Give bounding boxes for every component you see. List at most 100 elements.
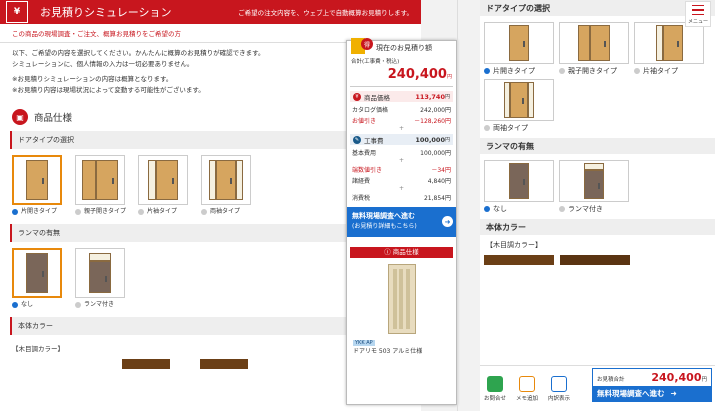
radio[interactable] [484, 125, 490, 131]
product-price-label: 商品価格 [364, 93, 390, 102]
site-survey-button[interactable]: 無料現場調査へ進む (お見積り詳細もこちら) ➜ [347, 207, 456, 237]
yen-unit: 円 [446, 74, 452, 80]
row-label: 消費税 [352, 195, 371, 202]
memo-icon [519, 375, 535, 392]
transom-image [89, 253, 111, 261]
option-label: 片開きタイプ [21, 208, 58, 215]
transom-image [584, 163, 604, 170]
total-label: 合計(工事費・税込) [351, 59, 400, 65]
door-option-side-light[interactable]: 片袖タイプ [634, 22, 706, 75]
door-option-parent-child[interactable]: 親子開きタイプ [559, 22, 631, 75]
radio-selected[interactable] [12, 209, 18, 215]
radio[interactable] [75, 302, 81, 308]
ranma-option-with[interactable]: ランマ付き [75, 248, 127, 309]
color-swatch[interactable] [560, 255, 630, 265]
color-swatch[interactable] [484, 255, 554, 265]
phone-icon [487, 375, 503, 392]
color-swatch[interactable] [122, 359, 170, 369]
door-option-single[interactable]: 片開きタイプ [12, 155, 64, 216]
color-swatches [480, 255, 715, 265]
work-cost-value: 100,000 [415, 135, 445, 144]
tax-row: 消費税 21,854円 [347, 192, 456, 203]
radio[interactable] [634, 68, 640, 74]
door-image [216, 160, 236, 200]
side-panel-image [236, 160, 243, 200]
door-thumb [484, 79, 554, 121]
estimate-title: 現在のお見積り額 [376, 44, 432, 52]
door-image [584, 170, 604, 199]
detail-button[interactable]: 内訳表示 [544, 375, 574, 402]
ranma-option-none[interactable]: なし [12, 248, 64, 309]
total-amount: 240,400円 [347, 67, 456, 82]
door-thumb [201, 155, 251, 205]
mobile-panel: ドアタイプの選択 片開きタイプ 親子開きタイプ 片袖タイプ 両袖タイプ ランマの… [480, 0, 715, 411]
door-option-single[interactable]: 片開きタイプ [484, 22, 556, 75]
ranma-option-with[interactable]: ランマ付き [559, 160, 631, 213]
cube-icon: ▣ [12, 109, 28, 125]
memo-label: メモ追加 [515, 395, 538, 402]
row-value: －34 [431, 167, 445, 174]
door-image [26, 253, 48, 293]
bottom-action-bar: お問合せ メモ追加 内訳表示 お見積合計 240,400 円 無料現場調査へ進む ➜ [480, 365, 715, 411]
option-label: 片袖タイプ [147, 208, 178, 215]
door-option-parent-child[interactable]: 親子開きタイプ [75, 155, 127, 216]
radio[interactable] [559, 206, 565, 212]
radio[interactable] [201, 209, 207, 215]
ranma-heading: ランマの有無 [480, 138, 715, 154]
cta-sublabel: (お見積り詳細もこちら) [352, 223, 417, 230]
contact-button[interactable]: お問合せ [480, 375, 510, 402]
option-label: ランマ付き [568, 205, 603, 213]
side-panel-image [209, 160, 216, 200]
door-image [26, 160, 48, 200]
radio[interactable] [75, 209, 81, 215]
door-thumb [634, 22, 704, 64]
wrench-icon: ✎ [353, 135, 361, 144]
arrow-right-icon: ➜ [670, 389, 677, 398]
door-thumb [484, 22, 554, 64]
radio[interactable] [138, 209, 144, 215]
memo-button[interactable]: メモ追加 [512, 375, 542, 402]
estimate-total-button[interactable]: お見積合計 240,400 円 無料現場調査へ進む ➜ [592, 368, 712, 402]
divider [457, 0, 458, 411]
door-thumb [484, 160, 554, 202]
door-option-double-side[interactable]: 両袖タイプ [201, 155, 253, 216]
door-image [82, 160, 96, 200]
door-option-side-light[interactable]: 片袖タイプ [138, 155, 190, 216]
side-panel-image [528, 82, 534, 118]
color-heading: 本体カラー [480, 219, 715, 235]
plus-sign: + [398, 125, 405, 132]
row-value: 4,840 [427, 178, 445, 185]
door-thumb [12, 155, 62, 205]
door-image [156, 160, 178, 200]
radio[interactable] [559, 68, 565, 74]
yen-unit: 円 [444, 178, 451, 185]
estimate-popup: 得 現在のお見積り額 合計(工事費・税込) 240,400円 ¥ 商品価格 11… [346, 38, 457, 405]
radio-selected[interactable] [484, 206, 490, 212]
option-label: なし [493, 205, 507, 213]
door-image [96, 160, 118, 200]
yen-unit: 円 [444, 118, 451, 125]
detail-label: 内訳表示 [547, 395, 570, 402]
ranma-option-none[interactable]: なし [484, 160, 556, 213]
option-label: 親子開きタイプ [84, 208, 127, 215]
door-image [578, 25, 590, 61]
radio-selected[interactable] [12, 302, 18, 308]
row-label: お値引き [352, 118, 377, 125]
door-image [509, 25, 529, 61]
estimate-total-label: お見積合計 [597, 377, 625, 383]
menu-button[interactable]: メニュー [685, 1, 711, 27]
row-label: カタログ価格 [352, 107, 389, 114]
ranma-options: なし ランマ付き [480, 154, 715, 219]
total-value: 240,400 [387, 67, 447, 82]
yen-unit: 円 [444, 94, 450, 100]
work-cost-bar: ✎ 工事費 100,000 円 [350, 134, 453, 145]
door-thumb [75, 155, 125, 205]
color-swatch[interactable] [200, 359, 248, 369]
header-note: ご希望の注文内容を、ウェブ上で自動概算お見積りします。 [238, 9, 413, 17]
row-value: 242,000 [420, 107, 445, 114]
row-value: 21,854 [423, 195, 445, 202]
door-type-heading: ドアタイプの選択 [480, 0, 715, 16]
door-thumb [12, 248, 62, 298]
door-option-double-side[interactable]: 両袖タイプ [484, 79, 556, 132]
radio-selected[interactable] [484, 68, 490, 74]
